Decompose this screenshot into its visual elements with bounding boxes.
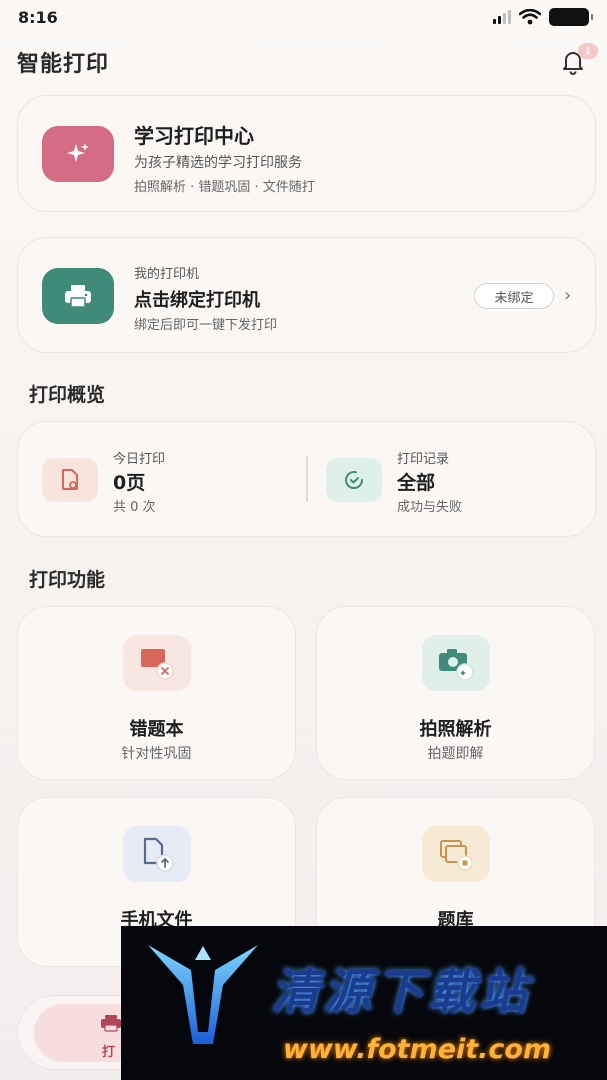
print-records-label[interactable]: 打印记录 <box>397 448 449 467</box>
bind-printer-card[interactable]: 我的打印机 点击绑定打印机 绑定后即可一键下发打印 未绑定 › <box>17 237 596 353</box>
status-bar: 8:16 <box>0 0 607 34</box>
hero-subtitle: 为孩子精选的学习打印服务 <box>134 155 302 171</box>
watermark-title: 清源下载站 <box>271 964 532 1020</box>
wrong-book-card[interactable]: 错题本 针对性巩固 <box>17 606 296 780</box>
status-icons <box>493 8 593 26</box>
learning-print-center-card[interactable]: 学习打印中心 为孩子精选的学习打印服务 拍照解析 · 错题巩固 · 文件随打 <box>17 95 596 212</box>
function-title: 错题本 <box>129 719 184 740</box>
print-overview-card: 今日打印 0页 共 0 次 打印记录 全部 成功与失败 <box>17 421 596 537</box>
function-subtitle: 针对性巩固 <box>121 746 192 762</box>
hero-title: 学习打印中心 <box>134 124 254 148</box>
file-upload-icon <box>123 826 191 882</box>
status-time: 8:16 <box>18 7 58 27</box>
divider <box>306 456 308 502</box>
notification-button[interactable]: 1 <box>556 43 598 79</box>
printer-description: 绑定后即可一键下发打印 <box>134 318 278 333</box>
today-print-value: 0页 <box>113 472 146 494</box>
header: 智能打印 1 <box>0 40 607 84</box>
watermark-logo <box>148 945 258 1044</box>
print-records-value[interactable]: 全部 <box>397 468 435 495</box>
question-bank-icon <box>422 826 490 882</box>
battery-icon <box>549 8 593 26</box>
photo-analysis-card[interactable]: 拍照解析 拍题即解 <box>316 606 595 780</box>
status-badge: 未绑定 <box>474 283 554 309</box>
document-icon <box>42 458 98 502</box>
hero-tags: 拍照解析 · 错题巩固 · 文件随打 <box>134 180 315 195</box>
printer-icon <box>42 268 114 324</box>
clock-icon[interactable] <box>326 458 382 502</box>
today-print-label: 今日打印 <box>113 452 166 467</box>
watermark-banner: 清源下载站 www.fotmeit.com <box>121 926 607 1080</box>
printer-label: 我的打印机 <box>134 267 200 282</box>
chevron-right-icon: › <box>564 285 572 306</box>
wrong-book-icon <box>123 635 191 691</box>
watermark-url: www.fotmeit.com <box>283 1034 552 1065</box>
print-records-sub: 成功与失败 <box>397 500 463 515</box>
wifi-icon <box>519 9 541 25</box>
functions-section-title: 打印功能 <box>29 569 106 591</box>
overview-section-title: 打印概览 <box>29 384 106 406</box>
sparkle-icon <box>42 126 114 182</box>
function-title: 拍照解析 <box>419 719 492 740</box>
function-subtitle: 拍题即解 <box>427 746 484 762</box>
notification-badge: 1 <box>578 43 598 59</box>
printer-tab-icon <box>101 1015 121 1032</box>
page-title: 智能打印 <box>17 52 110 77</box>
today-print-count: 共 0 次 <box>113 500 156 515</box>
cellular-signal-icon <box>493 10 511 24</box>
tab-print-label: 打 <box>102 1045 116 1060</box>
camera-icon <box>422 635 490 691</box>
printer-title: 点击绑定打印机 <box>134 290 260 311</box>
